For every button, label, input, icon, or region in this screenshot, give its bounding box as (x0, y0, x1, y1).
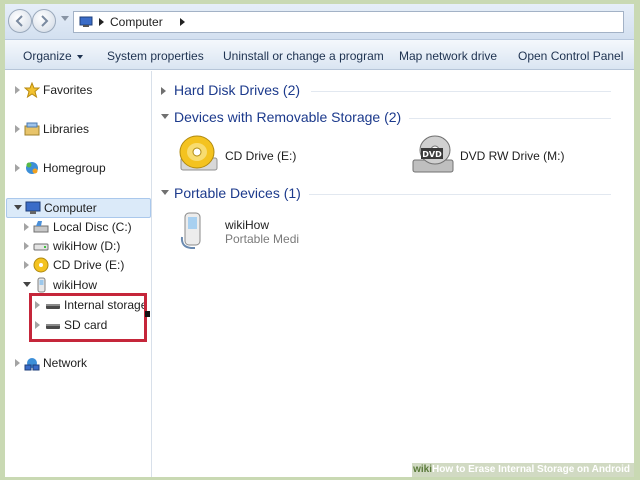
address-toolbar: Computer (5, 4, 634, 40)
dvd-drive-icon: DVD (412, 135, 454, 173)
content-pane: Hard Disk Drives (2) Devices with Remova… (153, 71, 634, 477)
star-icon (24, 82, 40, 98)
tree-label-homegroup: Homegroup (43, 161, 106, 175)
navigation-pane: Favorites Libraries Homegroup Computer L… (5, 71, 152, 477)
tree-item-homegroup[interactable]: Homegroup (5, 159, 145, 177)
expand-icon[interactable] (15, 359, 20, 367)
breadcrumb-separator-icon[interactable] (99, 18, 104, 26)
explorer-window: Computer Organize System properties Unin… (5, 4, 634, 477)
uninstall-program-button[interactable]: Uninstall or change a program (223, 49, 384, 63)
divider (309, 194, 611, 195)
tree-item-libraries[interactable]: Libraries (5, 120, 145, 138)
expand-icon[interactable] (24, 261, 29, 269)
arrow-left-icon (15, 15, 23, 27)
tree-label-network: Network (43, 356, 88, 370)
command-bar: Organize System properties Uninstall or … (5, 40, 634, 70)
group-portable-devices[interactable]: Portable Devices (1) (153, 185, 623, 203)
device-wikihow-phone[interactable]: wikiHow Portable Medi (177, 211, 337, 253)
tree-label-wikihow-d: wikiHow (D:) (53, 239, 121, 253)
divider (311, 91, 611, 92)
map-network-drive-button[interactable]: Map network drive (399, 49, 497, 63)
group-removable-storage[interactable]: Devices with Removable Storage (2) (153, 109, 623, 127)
device-cd-drive[interactable]: CD Drive (E:) (177, 134, 357, 182)
recent-pages-dropdown[interactable] (61, 16, 69, 21)
group-title: Hard Disk Drives (2) (174, 82, 301, 98)
device-label: CD Drive (E:) (225, 149, 297, 163)
organize-label: Organize (23, 49, 72, 63)
device-dvd-drive[interactable]: DVD DVD RW Drive (M:) (411, 134, 611, 182)
tree-label-libraries: Libraries (43, 122, 90, 136)
forward-button[interactable] (32, 9, 56, 33)
cd-icon (33, 257, 49, 273)
tree-item-wikihow-device[interactable]: wikiHow (5, 276, 145, 294)
device-type-label: Portable Medi (225, 232, 300, 246)
collapse-icon[interactable] (161, 114, 169, 119)
dvd-badge: DVD (422, 150, 442, 159)
tree-item-wikihow-d[interactable]: wikiHow (D:) (5, 237, 145, 255)
back-button[interactable] (8, 9, 32, 33)
watermark: wikiHow to Erase Internal Storage on And… (412, 463, 634, 477)
group-title: Devices with Removable Storage (2) (174, 109, 402, 125)
tree-item-cd-drive[interactable]: CD Drive (E:) (5, 256, 145, 274)
watermark-brand: wiki (413, 464, 433, 475)
organize-button[interactable]: Organize (23, 49, 83, 63)
open-control-panel-button[interactable]: Open Control Panel (518, 49, 623, 63)
collapse-icon[interactable] (23, 282, 31, 287)
tree-label-local-disc: Local Disc (C:) (53, 220, 132, 234)
group-hard-disk-drives[interactable]: Hard Disk Drives (2) (153, 82, 623, 100)
tree-item-favorites[interactable]: Favorites (5, 81, 145, 99)
chevron-down-icon (76, 54, 83, 59)
phone-icon (37, 277, 46, 293)
divider (409, 118, 611, 119)
watermark-caption: How to Erase Internal Storage on Android (432, 464, 630, 475)
highlight-box (29, 293, 147, 342)
expand-icon[interactable] (15, 125, 20, 133)
cd-drive-icon (179, 135, 218, 171)
tree-item-network[interactable]: Network (5, 354, 145, 372)
computer-icon (25, 201, 41, 214)
breadcrumb-computer[interactable]: Computer (110, 15, 163, 29)
expand-icon[interactable] (161, 87, 166, 95)
phone-icon (180, 212, 201, 249)
tree-label-favorites: Favorites (43, 83, 93, 97)
tree-label-wikihow-device: wikiHow (53, 278, 98, 292)
tree-label-computer: Computer (44, 201, 97, 215)
drive-icon (33, 243, 49, 251)
pane-splitter-handle[interactable] (145, 311, 150, 317)
computer-icon (79, 16, 93, 27)
network-icon (24, 358, 40, 371)
collapse-icon[interactable] (14, 205, 22, 210)
device-label: DVD RW Drive (M:) (460, 149, 565, 163)
arrow-right-icon (41, 15, 49, 27)
collapse-icon[interactable] (161, 190, 169, 195)
library-icon (24, 122, 40, 136)
expand-icon[interactable] (24, 242, 29, 250)
tree-item-computer[interactable]: Computer (6, 198, 151, 218)
expand-icon[interactable] (24, 223, 29, 231)
breadcrumb-separator-icon[interactable] (180, 18, 185, 26)
tree-item-local-disc[interactable]: Local Disc (C:) (5, 218, 145, 236)
expand-icon[interactable] (15, 164, 20, 172)
homegroup-icon (26, 162, 38, 174)
system-properties-button[interactable]: System properties (107, 49, 204, 63)
hard-drive-icon (33, 221, 49, 233)
group-title: Portable Devices (1) (174, 185, 301, 201)
device-label: wikiHow (225, 218, 270, 232)
expand-icon[interactable] (15, 86, 20, 94)
tree-label-cd-drive: CD Drive (E:) (53, 258, 125, 272)
address-bar[interactable]: Computer (73, 11, 624, 33)
